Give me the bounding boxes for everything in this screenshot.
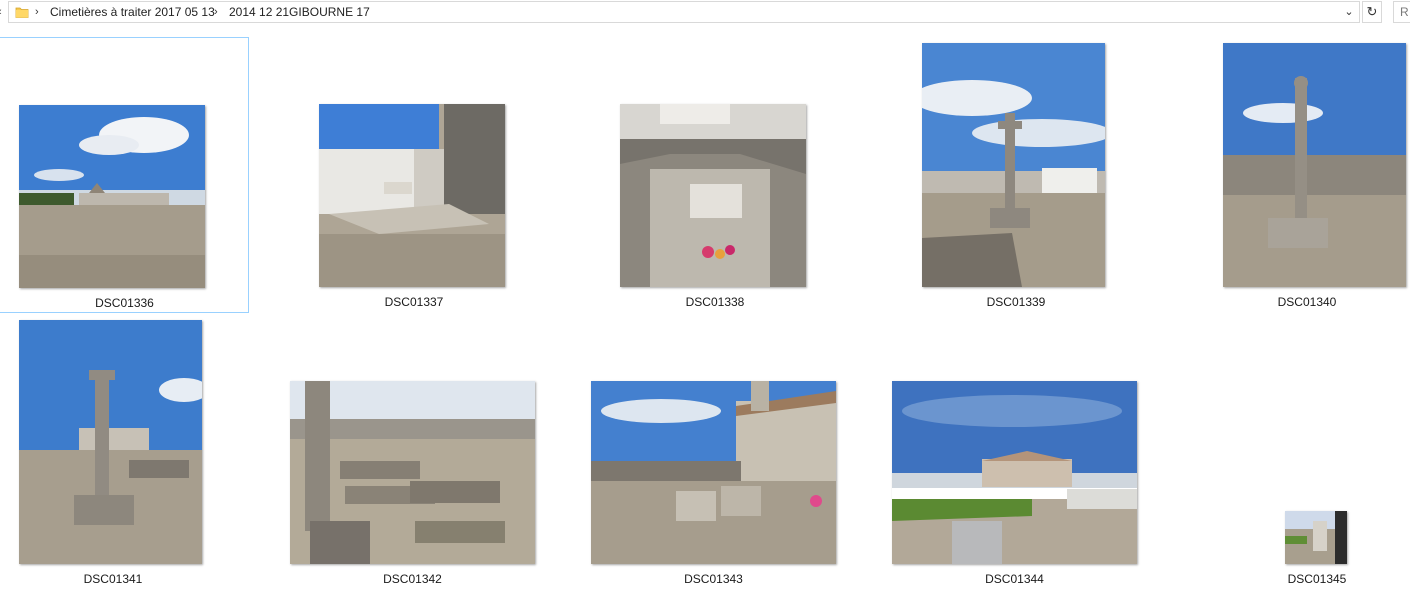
folder-icon xyxy=(15,7,29,18)
image-thumbnail xyxy=(290,381,535,564)
file-explorer-window: ‹ › Cimetières à traiter 2017 05 13 › 20… xyxy=(0,0,1410,594)
search-input[interactable]: R xyxy=(1393,1,1410,23)
file-name-label: DSC01337 xyxy=(384,295,444,309)
file-name-label: DSC01344 xyxy=(985,572,1044,586)
file-tile[interactable]: DSC01345 xyxy=(1267,314,1367,590)
file-tile[interactable]: DSC01344 xyxy=(874,314,1155,590)
refresh-button[interactable]: ↻ xyxy=(1362,1,1382,23)
file-name-label: DSC01341 xyxy=(83,572,143,586)
image-thumbnail xyxy=(892,381,1137,564)
file-tile[interactable]: DSC01337 xyxy=(301,37,527,313)
image-thumbnail xyxy=(319,104,505,287)
image-thumbnail xyxy=(620,104,806,287)
breadcrumb-chevron-icon[interactable]: › xyxy=(35,3,39,21)
image-thumbnail xyxy=(19,105,205,288)
address-bar-row: ‹ › Cimetières à traiter 2017 05 13 › 20… xyxy=(0,0,1410,26)
breadcrumb-item-current[interactable]: 2014 12 21GIBOURNE 17 xyxy=(229,4,370,21)
breadcrumb-item-parent[interactable]: Cimetières à traiter 2017 05 13 xyxy=(50,4,215,21)
file-name-label: DSC01345 xyxy=(1287,572,1347,586)
file-tile[interactable]: DSC01341 xyxy=(0,314,226,590)
file-tile[interactable]: DSC01339 xyxy=(903,37,1129,313)
file-name-label: DSC01342 xyxy=(383,572,442,586)
file-tile[interactable]: DSC01342 xyxy=(272,314,553,590)
address-bar[interactable]: › Cimetières à traiter 2017 05 13 › 2014… xyxy=(8,1,1360,23)
file-name-label: DSC01339 xyxy=(986,295,1046,309)
image-thumbnail xyxy=(1223,43,1406,287)
breadcrumb-chevron-icon[interactable]: › xyxy=(214,3,218,21)
image-thumbnail xyxy=(922,43,1105,287)
file-tile[interactable]: DSC01343 xyxy=(573,314,854,590)
image-thumbnail xyxy=(1285,511,1347,564)
file-tile[interactable]: DSC01336 xyxy=(0,37,249,313)
file-tile[interactable]: DSC01340 xyxy=(1204,37,1410,313)
file-tile[interactable]: DSC01338 xyxy=(602,37,828,313)
file-name-label: DSC01338 xyxy=(685,295,745,309)
file-name-label: DSC01340 xyxy=(1277,295,1337,309)
back-arrow-icon[interactable]: ‹ xyxy=(0,4,6,20)
image-thumbnail xyxy=(591,381,836,564)
file-name-label: DSC01336 xyxy=(95,296,154,310)
image-thumbnail xyxy=(19,320,202,564)
chevron-down-icon[interactable]: ⌄ xyxy=(1341,3,1357,21)
refresh-icon: ↻ xyxy=(1366,4,1378,19)
file-name-label: DSC01343 xyxy=(684,572,743,586)
